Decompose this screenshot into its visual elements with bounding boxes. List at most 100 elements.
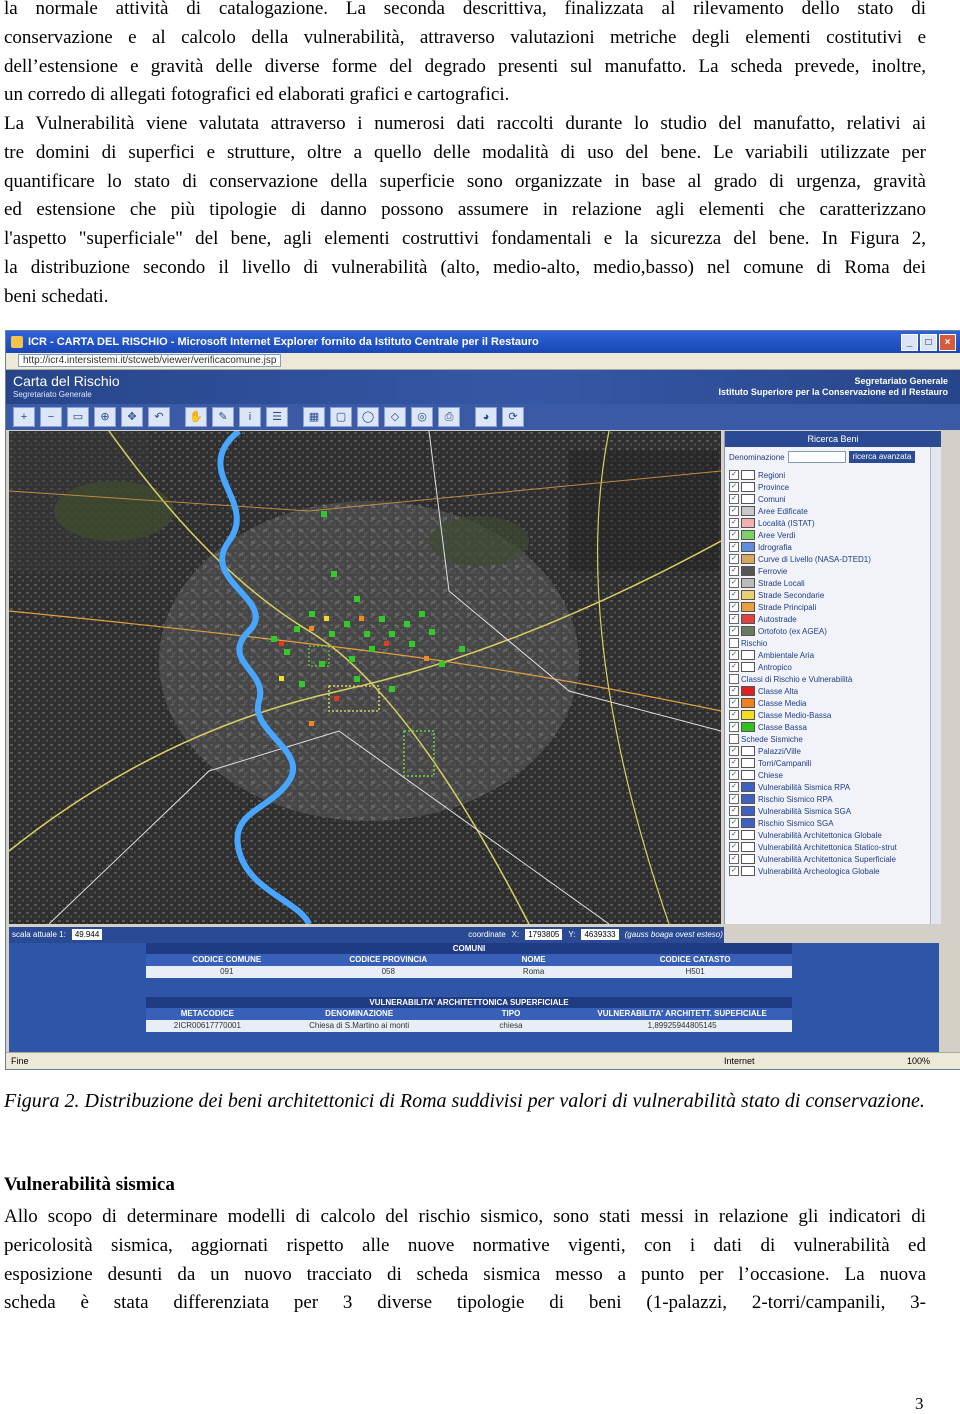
layer-item[interactable]: ✓ Idrografia <box>729 541 941 553</box>
layer-checkbox[interactable]: ✓ <box>729 542 739 552</box>
layer-item[interactable]: ✓ Classe Bassa <box>729 721 941 733</box>
layer-checkbox[interactable]: ✓ <box>729 554 739 564</box>
layer-item[interactable]: ✓ Comuni <box>729 493 941 505</box>
layer-checkbox[interactable]: ✓ <box>729 518 739 528</box>
layer-checkbox[interactable]: ✓ <box>729 830 739 840</box>
address-input[interactable]: http://icr4.intersistemi.it/stcweb/viewe… <box>18 354 282 367</box>
layer-item[interactable]: ✓ Vulnerabilità Archeologica Globale <box>729 865 941 877</box>
layer-item[interactable]: ✓ Torri/Campanili <box>729 757 941 769</box>
layer-checkbox[interactable]: ✓ <box>729 854 739 864</box>
layer-checkbox[interactable]: ✓ <box>729 614 739 624</box>
layer-item[interactable]: ✓ Strade Locali <box>729 577 941 589</box>
layer-item[interactable]: ✓ Rischio Sismico RPA <box>729 793 941 805</box>
layer-item[interactable]: ✓ Strade Secondarie <box>729 589 941 601</box>
layer-checkbox[interactable]: ✓ <box>729 566 739 576</box>
maximize-icon[interactable]: □ <box>920 334 937 351</box>
select-poly-icon[interactable]: ▢ <box>330 407 352 427</box>
status-zoom[interactable]: 100% <box>907 1053 930 1069</box>
layer-item[interactable]: ✓ Palazzi/Ville <box>729 745 941 757</box>
layer-checkbox[interactable] <box>729 638 739 648</box>
layer-checkbox[interactable]: ✓ <box>729 506 739 516</box>
pan-icon[interactable]: ✥ <box>121 407 143 427</box>
advanced-search-button[interactable]: ricerca avanzata <box>848 451 916 463</box>
layer-item[interactable]: ✓ Ferrovie <box>729 565 941 577</box>
layer-item[interactable]: ✓ Antropico <box>729 661 941 673</box>
layer-item[interactable]: ✓ Vulnerabilità Architettonica Globale <box>729 829 941 841</box>
layer-item[interactable]: ✓ Vulnerabilità Sismica SGA <box>729 805 941 817</box>
layer-checkbox[interactable]: ✓ <box>729 698 739 708</box>
layer-checkbox[interactable]: ✓ <box>729 590 739 600</box>
layer-item[interactable]: ✓ Aree Verdi <box>729 529 941 541</box>
layer-item[interactable]: ✓ Ambientale Aria <box>729 649 941 661</box>
layer-checkbox[interactable]: ✓ <box>729 818 739 828</box>
layer-checkbox[interactable]: ✓ <box>729 746 739 756</box>
layer-checkbox[interactable]: ✓ <box>729 578 739 588</box>
layer-checkbox[interactable]: ✓ <box>729 722 739 732</box>
layer-checkbox[interactable]: ✓ <box>729 758 739 768</box>
select-circle-icon[interactable]: ◯ <box>357 407 379 427</box>
layers-icon[interactable]: ☰ <box>266 407 288 427</box>
layer-checkbox[interactable]: ✓ <box>729 686 739 696</box>
layer-checkbox[interactable]: ✓ <box>729 602 739 612</box>
layer-checkbox[interactable]: ✓ <box>729 794 739 804</box>
scale-value[interactable]: 49.944 <box>71 929 103 940</box>
layer-checkbox[interactable]: ✓ <box>729 482 739 492</box>
layer-checkbox[interactable] <box>729 734 739 744</box>
layer-item[interactable]: ✓ Province <box>729 481 941 493</box>
layer-checkbox[interactable]: ✓ <box>729 806 739 816</box>
table-row[interactable]: 2ICR00617770001 Chiesa di S.Martino ai m… <box>146 1020 792 1032</box>
layer-checkbox[interactable]: ✓ <box>729 710 739 720</box>
layer-checkbox[interactable]: ✓ <box>729 842 739 852</box>
layer-panel: Ricerca Beni Denominazione ricerca avanz… <box>724 431 941 924</box>
measure-icon[interactable]: ✎ <box>212 407 234 427</box>
zoom-in-icon[interactable]: + <box>13 407 35 427</box>
hand-icon[interactable]: ✋ <box>185 407 207 427</box>
layer-item[interactable]: ✓ Vulnerabilità Architettonica Statico-st… <box>729 841 941 853</box>
layer-checkbox[interactable]: ✓ <box>729 494 739 504</box>
layer-item[interactable]: ✓ Curve di Livello (NASA-DTED1) <box>729 553 941 565</box>
layer-item[interactable]: Schede Sismiche <box>729 733 941 745</box>
zoom-out-icon[interactable]: − <box>40 407 62 427</box>
layer-item[interactable]: Rischio <box>729 637 941 649</box>
layer-item[interactable]: ✓ Classe Alta <box>729 685 941 697</box>
print-icon[interactable]: ⎙ <box>438 407 460 427</box>
layer-item[interactable]: ✓ Regioni <box>729 469 941 481</box>
panel-scrollbar[interactable] <box>930 447 941 924</box>
layer-checkbox[interactable]: ✓ <box>729 662 739 672</box>
map-view[interactable] <box>9 431 721 924</box>
chart-icon[interactable]: ◕ <box>475 407 497 427</box>
layer-checkbox[interactable]: ✓ <box>729 530 739 540</box>
layer-item[interactable]: ✓ Strade Principali <box>729 601 941 613</box>
minimize-icon[interactable]: _ <box>901 334 918 351</box>
layer-item[interactable]: ✓ Vulnerabilità Sismica RPA <box>729 781 941 793</box>
layer-checkbox[interactable]: ✓ <box>729 470 739 480</box>
layer-checkbox[interactable]: ✓ <box>729 626 739 636</box>
layer-item[interactable]: Classi di Rischio e Vulnerabilità <box>729 673 941 685</box>
layer-item[interactable]: ✓ Aree Edificate <box>729 505 941 517</box>
layer-checkbox[interactable] <box>729 674 739 684</box>
select-rect-icon[interactable]: ▦ <box>303 407 325 427</box>
layer-item[interactable]: ✓ Autostrade <box>729 613 941 625</box>
layer-item[interactable]: ✓ Classe Media <box>729 697 941 709</box>
close-icon[interactable]: × <box>939 334 956 351</box>
layer-item[interactable]: ✓ Ortofoto (ex AGEA) <box>729 625 941 637</box>
layer-item[interactable]: ✓ Rischio Sismico SGA <box>729 817 941 829</box>
select-point-icon[interactable]: ◇ <box>384 407 406 427</box>
layer-checkbox[interactable]: ✓ <box>729 650 739 660</box>
info-icon[interactable]: i <box>239 407 261 427</box>
table-row[interactable]: 091 058 Roma H501 <box>146 966 792 978</box>
zoom-box-icon[interactable]: ▭ <box>67 407 89 427</box>
layer-checkbox[interactable]: ✓ <box>729 770 739 780</box>
layer-item[interactable]: ✓ Classe Medio-Bassa <box>729 709 941 721</box>
layer-item[interactable]: ✓ Chiese <box>729 769 941 781</box>
globe-icon[interactable]: ◎ <box>411 407 433 427</box>
search-input[interactable] <box>787 451 846 463</box>
zoom-extent-icon[interactable]: ⊕ <box>94 407 116 427</box>
layer-item[interactable]: ✓ Località (ISTAT) <box>729 517 941 529</box>
layer-checkbox[interactable]: ✓ <box>729 782 739 792</box>
refresh-icon[interactable]: ⟳ <box>502 407 524 427</box>
layer-item[interactable]: ✓ Vulnerabilità Architettonica Superficia… <box>729 853 941 865</box>
layer-label: Classe Bassa <box>758 722 807 732</box>
layer-checkbox[interactable]: ✓ <box>729 866 739 876</box>
back-icon[interactable]: ↶ <box>148 407 170 427</box>
